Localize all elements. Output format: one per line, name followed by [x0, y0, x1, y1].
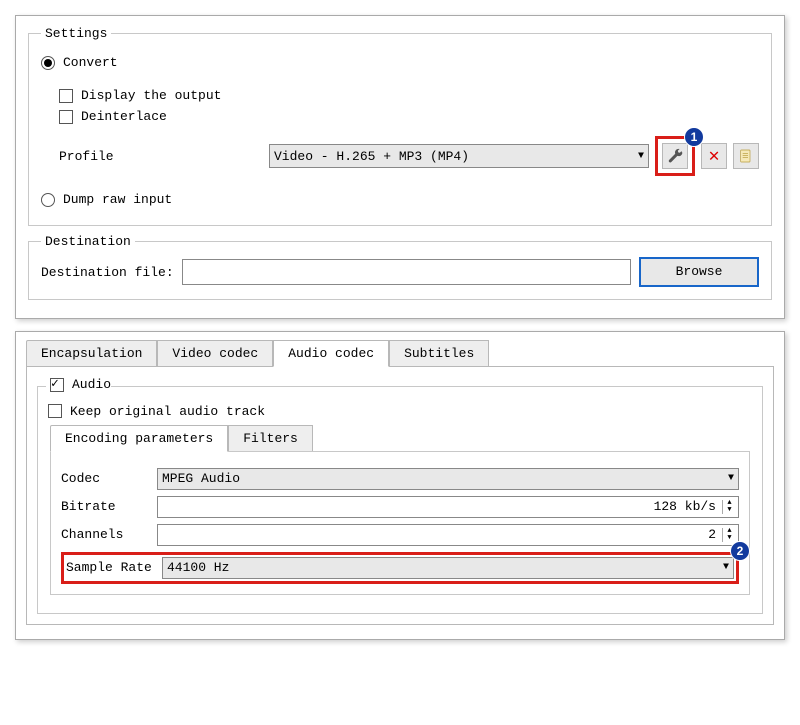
- chevron-down-icon: ▼: [723, 562, 729, 573]
- tab-audio-codec[interactable]: Audio codec: [273, 340, 389, 367]
- display-output-label: Display the output: [81, 88, 221, 103]
- dump-row[interactable]: Dump raw input: [41, 192, 759, 207]
- deinterlace-checkbox[interactable]: [59, 110, 73, 124]
- audio-subtabs: Encoding parameters Filters: [50, 425, 754, 451]
- display-output-row[interactable]: Display the output: [59, 88, 759, 103]
- browse-button[interactable]: Browse: [639, 257, 759, 287]
- tab-video-codec[interactable]: Video codec: [157, 340, 273, 366]
- bitrate-spinbox[interactable]: 128 kb/s ▲▼: [157, 496, 739, 518]
- convert-row[interactable]: Convert: [41, 55, 759, 70]
- destination-fieldset: Destination Destination file: Browse: [28, 234, 772, 300]
- profile-dropdown[interactable]: Video - H.265 + MP3 (MP4) ▼: [269, 144, 649, 168]
- audio-checkbox[interactable]: [50, 378, 64, 392]
- audio-codec-body: Audio Keep original audio track Encoding…: [26, 366, 774, 625]
- spin-icon[interactable]: ▲▼: [722, 528, 734, 542]
- destination-file-input[interactable]: [182, 259, 631, 285]
- samplerate-label: Sample Rate: [66, 560, 162, 575]
- samplerate-row: Sample Rate 44100 Hz ▼: [66, 557, 734, 579]
- bitrate-row: Bitrate 128 kb/s ▲▼: [61, 496, 739, 518]
- convert-radio[interactable]: [41, 56, 55, 70]
- keep-original-row[interactable]: Keep original audio track: [48, 404, 754, 419]
- tab-encapsulation[interactable]: Encapsulation: [26, 340, 157, 366]
- new-profile-button[interactable]: [733, 143, 759, 169]
- spin-icon[interactable]: ▲▼: [722, 500, 734, 514]
- chevron-down-icon: ▼: [728, 473, 734, 484]
- codec-tabs: Encapsulation Video codec Audio codec Su…: [26, 340, 774, 366]
- keep-original-checkbox[interactable]: [48, 404, 62, 418]
- audio-fieldset: Audio Keep original audio track Encoding…: [37, 377, 763, 614]
- profile-label: Profile: [59, 149, 269, 164]
- settings-fieldset: Settings Convert Display the output Dein…: [28, 26, 772, 226]
- document-icon: [738, 148, 754, 164]
- dump-label: Dump raw input: [63, 192, 172, 207]
- deinterlace-row[interactable]: Deinterlace: [59, 109, 759, 124]
- bitrate-value: 128 kb/s: [654, 499, 716, 514]
- profile-row: Profile Video - H.265 + MP3 (MP4) ▼ 1 ✕: [59, 136, 759, 176]
- audio-fieldset-legend: Audio: [46, 377, 111, 396]
- annotation-badge-1: 1: [684, 127, 704, 147]
- settings-legend: Settings: [41, 26, 111, 41]
- bitrate-label: Bitrate: [61, 499, 157, 514]
- tab-filters[interactable]: Filters: [228, 425, 313, 451]
- chevron-down-icon: ▼: [638, 151, 644, 162]
- channels-value: 2: [708, 527, 716, 542]
- destination-row: Destination file: Browse: [41, 257, 759, 287]
- tab-subtitles[interactable]: Subtitles: [389, 340, 489, 366]
- annotation-highlight-2: Sample Rate 44100 Hz ▼: [61, 552, 739, 584]
- edit-profile-button[interactable]: [662, 143, 688, 169]
- dump-radio[interactable]: [41, 193, 55, 207]
- samplerate-value: 44100 Hz: [167, 560, 229, 575]
- channels-row: Channels 2 ▲▼: [61, 524, 739, 546]
- channels-spinbox[interactable]: 2 ▲▼: [157, 524, 739, 546]
- tab-encoding-parameters[interactable]: Encoding parameters: [50, 425, 228, 452]
- profile-value: Video - H.265 + MP3 (MP4): [274, 149, 469, 164]
- close-icon: ✕: [709, 145, 720, 167]
- codec-row: Codec MPEG Audio ▼: [61, 468, 739, 490]
- wrench-icon: [667, 148, 683, 164]
- codec-label: Codec: [61, 471, 157, 486]
- encoding-parameters-body: Codec MPEG Audio ▼ Bitrate 128 kb/s ▲▼ C…: [50, 451, 750, 595]
- destination-file-label: Destination file:: [41, 265, 174, 280]
- display-output-checkbox[interactable]: [59, 89, 73, 103]
- convert-label: Convert: [63, 55, 118, 70]
- delete-profile-button[interactable]: ✕: [701, 143, 727, 169]
- settings-panel: Settings Convert Display the output Dein…: [15, 15, 785, 319]
- channels-label: Channels: [61, 527, 157, 542]
- samplerate-dropdown[interactable]: 44100 Hz ▼: [162, 557, 734, 579]
- destination-legend: Destination: [41, 234, 135, 249]
- keep-original-label: Keep original audio track: [70, 404, 265, 419]
- annotation-badge-2: 2: [730, 541, 750, 561]
- deinterlace-label: Deinterlace: [81, 109, 167, 124]
- codec-dropdown[interactable]: MPEG Audio ▼: [157, 468, 739, 490]
- codec-value: MPEG Audio: [162, 471, 240, 486]
- audio-label: Audio: [72, 377, 111, 392]
- codec-panel: Encapsulation Video codec Audio codec Su…: [15, 331, 785, 640]
- annotation-highlight-1: 1: [655, 136, 695, 176]
